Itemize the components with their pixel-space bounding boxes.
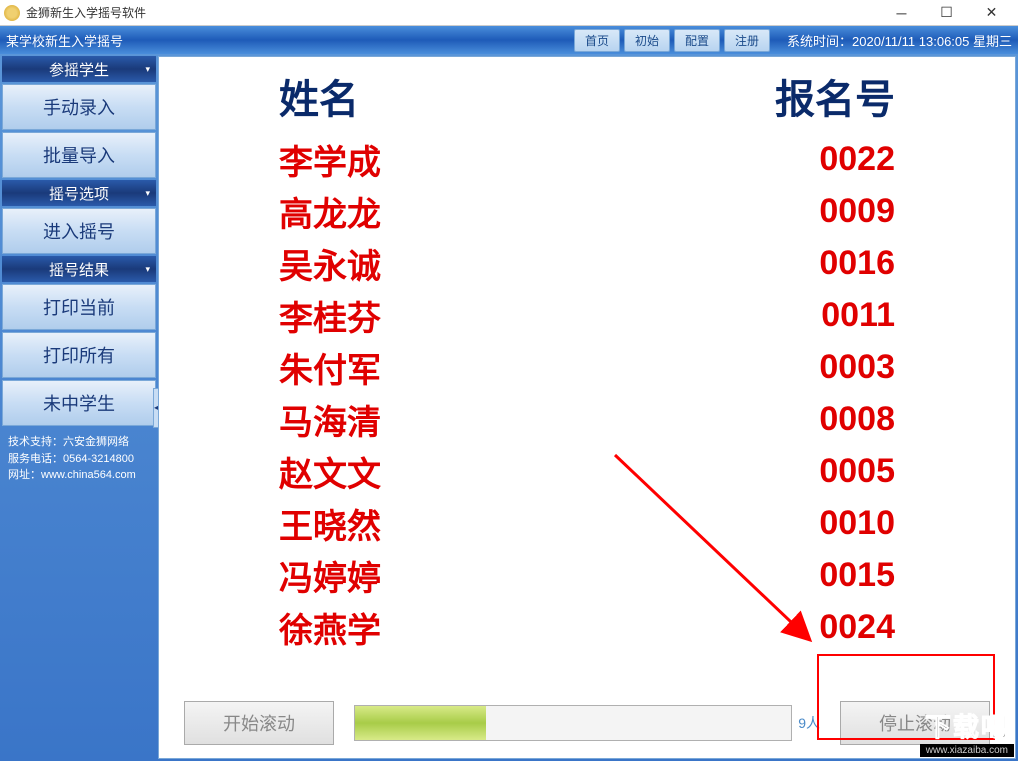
support-company: 技术支持：六安金狮网络 [8, 434, 150, 451]
cell-number: 0009 [819, 192, 895, 231]
app-subtitle: 某学校新生入学摇号 [6, 31, 572, 50]
sidebar-btn-unselected[interactable]: 未中学生 [2, 380, 156, 426]
sidebar-header-students[interactable]: 参摇学生▾ [2, 56, 156, 82]
sidebar-btn-print-all[interactable]: 打印所有 [2, 332, 156, 378]
cell-name: 吴永诚 [279, 239, 381, 288]
maximize-button[interactable]: ☐ [924, 1, 969, 25]
support-phone: 服务电话：0564-3214800 [8, 451, 150, 468]
menubar: 某学校新生入学摇号 首页 初始 配置 注册 系统时间：2020/11/11 13… [0, 26, 1018, 54]
cell-number: 0024 [819, 608, 895, 647]
watermark-url: www.xiazaiba.com [920, 744, 1014, 757]
minimize-button[interactable]: ─ [879, 1, 924, 25]
support-info: 技术支持：六安金狮网络 服务电话：0564-3214800 网址：www.chi… [2, 428, 156, 490]
table-row: 赵文文 0005 [199, 445, 975, 497]
cell-name: 李桂芬 [279, 291, 381, 340]
table-row: 王晓然 0010 [199, 497, 975, 549]
sidebar: 参摇学生▾ 手动录入 批量导入 摇号选项▾ 进入摇号 摇号结果▾ 打印当前 打印… [0, 54, 158, 761]
watermark: 下载吧 www.xiazaiba.com [920, 707, 1014, 757]
system-time: 系统时间：2020/11/11 13:06:05 星期三 [787, 31, 1012, 50]
cell-name: 朱付军 [279, 343, 381, 392]
menu-init[interactable]: 初始 [624, 29, 670, 52]
app-icon [4, 5, 20, 21]
chevron-down-icon: ▾ [145, 264, 150, 275]
close-button[interactable]: ✕ [969, 1, 1014, 25]
menu-config[interactable]: 配置 [674, 29, 720, 52]
window-controls: ─ ☐ ✕ [879, 1, 1014, 25]
cell-number: 0015 [819, 556, 895, 595]
table-row: 李学成 0022 [199, 133, 975, 185]
sidebar-btn-enter-lottery[interactable]: 进入摇号 [2, 208, 156, 254]
progress-label: 9人 [798, 713, 820, 733]
col-header-number: 报名号 [775, 67, 895, 125]
table-row: 李桂芬 0011 [199, 289, 975, 341]
cell-name: 冯婷婷 [279, 551, 381, 600]
start-scroll-button[interactable]: 开始滚动 [184, 701, 334, 745]
cell-number: 0016 [819, 244, 895, 283]
progress-bar [354, 705, 792, 741]
cell-number: 0010 [819, 504, 895, 543]
cell-number: 0008 [819, 400, 895, 439]
content-panel: ◂ 姓名 报名号 李学成0022高龙龙0009吴永诚0016李桂芬0011朱付军… [158, 56, 1016, 759]
cell-number: 0003 [819, 348, 895, 387]
progress-wrap: 9人 [354, 705, 820, 741]
watermark-text: 下载吧 [920, 707, 1014, 744]
support-url: 网址：www.china564.com [8, 467, 150, 484]
cell-name: 高龙龙 [279, 187, 381, 236]
cell-number: 0011 [821, 296, 895, 335]
cell-name: 王晓然 [279, 499, 381, 548]
cell-number: 0005 [819, 452, 895, 491]
menu-home[interactable]: 首页 [574, 29, 620, 52]
sidebar-header-lottery-options[interactable]: 摇号选项▾ [2, 180, 156, 206]
sidebar-btn-print-current[interactable]: 打印当前 [2, 284, 156, 330]
sidebar-header-lottery-results[interactable]: 摇号结果▾ [2, 256, 156, 282]
cell-name: 徐燕学 [279, 603, 381, 652]
chevron-down-icon: ▾ [145, 64, 150, 75]
main-area: 参摇学生▾ 手动录入 批量导入 摇号选项▾ 进入摇号 摇号结果▾ 打印当前 打印… [0, 54, 1018, 761]
chevron-down-icon: ▾ [145, 188, 150, 199]
results-table: 姓名 报名号 李学成 0022 高龙龙 0009 吴永诚 0016 李桂芬 0011 朱付军 00… [159, 57, 1015, 688]
table-body: 李学成 0022 高龙龙 0009 吴永诚 0016 李桂芬 0011 朱付军 0003 马海清 00… [199, 133, 975, 653]
cell-name: 马海清 [279, 395, 381, 444]
window-title: 金狮新生入学摇号软件 [26, 4, 879, 21]
sidebar-btn-manual-entry[interactable]: 手动录入 [2, 84, 156, 130]
table-row: 高龙龙 0009 [199, 185, 975, 237]
table-row: 徐燕学 0024 [199, 601, 975, 653]
table-row: 马海清 0008 [199, 393, 975, 445]
table-row: 冯婷婷 0015 [199, 549, 975, 601]
cell-name: 赵文文 [279, 447, 381, 496]
cell-number: 0022 [819, 140, 895, 179]
sidebar-collapse-handle[interactable]: ◂ [153, 388, 159, 428]
bottom-controls: 开始滚动 9人 停止滚动 [159, 688, 1015, 758]
table-header: 姓名 报名号 [199, 67, 975, 125]
titlebar: 金狮新生入学摇号软件 ─ ☐ ✕ [0, 0, 1018, 26]
cell-name: 李学成 [279, 135, 381, 184]
sidebar-btn-batch-import[interactable]: 批量导入 [2, 132, 156, 178]
table-row: 朱付军 0003 [199, 341, 975, 393]
menu-register[interactable]: 注册 [724, 29, 770, 52]
table-row: 吴永诚 0016 [199, 237, 975, 289]
progress-fill [355, 706, 486, 740]
col-header-name: 姓名 [279, 67, 359, 125]
